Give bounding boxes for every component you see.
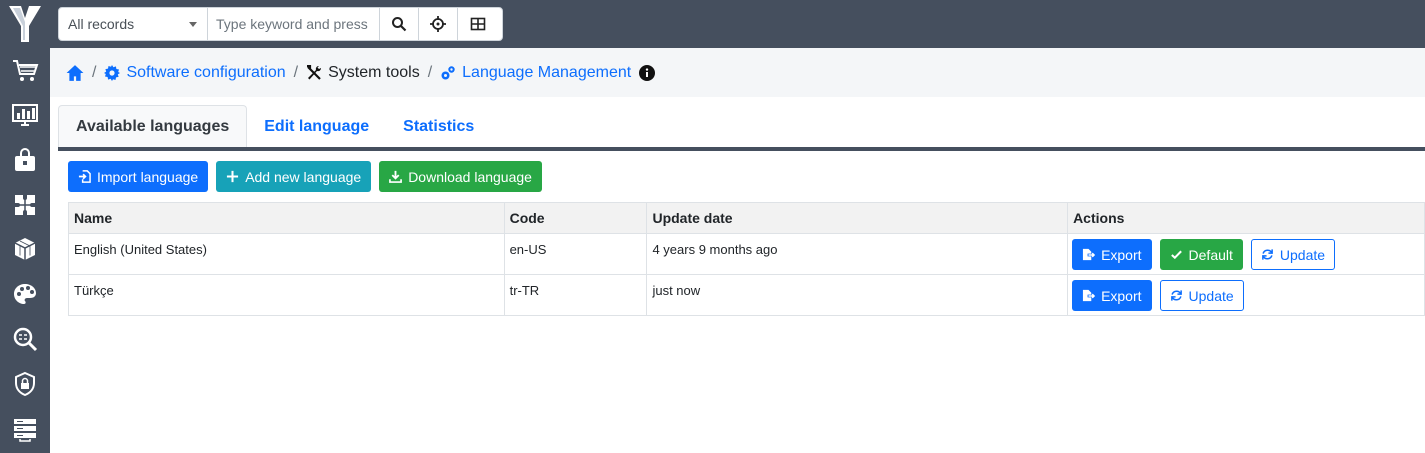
global-search: All records: [58, 7, 503, 41]
refresh-icon: [1262, 249, 1273, 260]
default-button[interactable]: Default: [1159, 239, 1243, 270]
check-icon: [1170, 250, 1182, 260]
row-actions: Export Default Update: [1067, 233, 1425, 275]
plus-icon: [227, 170, 239, 183]
table-row: English (United States) en-US 4 years 9 …: [68, 233, 1425, 275]
update-button[interactable]: Update: [1159, 280, 1244, 311]
default-label: Default: [1188, 246, 1233, 263]
logo-icon: [9, 6, 41, 42]
table-header-row: Name Code Update date Actions: [68, 202, 1425, 234]
sidebar: [0, 0, 50, 453]
bag-icon: [15, 148, 35, 171]
language-gears-icon: [441, 65, 455, 79]
sidebar-item-design[interactable]: [7, 276, 43, 312]
table-row: Türkçe tr-TR just now Export Update: [68, 274, 1425, 316]
download-language-label: Download language: [408, 168, 532, 185]
column-header-update-date[interactable]: Update date: [646, 202, 1069, 234]
app-logo[interactable]: [0, 0, 50, 48]
language-name: English (United States): [68, 233, 505, 275]
update-button[interactable]: Update: [1250, 239, 1336, 270]
languages-table: Name Code Update date Actions English (U…: [68, 202, 1425, 316]
info-button[interactable]: [639, 64, 656, 81]
column-header-actions: Actions: [1067, 202, 1425, 234]
import-language-label: Import language: [97, 168, 199, 185]
grid-button[interactable]: [458, 8, 497, 40]
sidebar-item-catalog[interactable]: [7, 231, 43, 267]
sidebar-item-seo[interactable]: [7, 321, 43, 357]
sidebar-item-system[interactable]: [7, 411, 43, 447]
tab-statistics[interactable]: Statistics: [386, 105, 491, 148]
cart-icon: [13, 60, 39, 81]
grid-icon: [470, 17, 485, 31]
sidebar-item-modules[interactable]: [7, 187, 43, 223]
language-name: Türkçe: [68, 274, 505, 316]
add-new-language-button[interactable]: Add new language: [216, 161, 372, 192]
breadcrumb-system-tools-label: System tools: [328, 63, 420, 81]
tools-icon: [307, 64, 322, 80]
update-label: Update: [1188, 287, 1234, 304]
info-icon: [639, 64, 656, 81]
cube-icon: [14, 238, 36, 260]
import-language-button[interactable]: Import language: [68, 161, 209, 192]
file-export-icon: [1082, 289, 1096, 302]
search-input[interactable]: [208, 8, 380, 40]
toolbar: Import language Add new language Downloa…: [68, 161, 542, 192]
download-language-button[interactable]: Download language: [379, 161, 542, 192]
export-button[interactable]: Export: [1072, 280, 1152, 311]
search-icon: [392, 17, 407, 32]
locate-button[interactable]: [419, 8, 458, 40]
download-icon: [389, 170, 403, 183]
server-icon: [14, 419, 36, 442]
export-label: Export: [1101, 287, 1142, 304]
column-header-code[interactable]: Code: [503, 202, 648, 234]
search-inspect-icon: [13, 327, 38, 352]
breadcrumb-separator: /: [293, 63, 299, 81]
breadcrumb-home[interactable]: [66, 64, 84, 82]
language-update-date: 4 years 9 months ago: [646, 233, 1069, 275]
palette-icon: [14, 284, 36, 304]
tab-underline: [58, 147, 1425, 151]
crosshair-icon: [430, 16, 446, 32]
top-bar: All records: [50, 0, 1425, 48]
puzzle-icon: [15, 195, 35, 215]
column-header-name[interactable]: Name: [68, 202, 505, 234]
row-actions: Export Update: [1067, 274, 1425, 316]
breadcrumb-language-management[interactable]: Language Management: [440, 64, 631, 82]
breadcrumb-separator: /: [92, 63, 97, 81]
search-scope-select[interactable]: All records: [59, 8, 208, 40]
breadcrumb-software-configuration[interactable]: Software configuration: [104, 64, 286, 82]
search-button[interactable]: [380, 8, 419, 40]
breadcrumb-software-configuration-link[interactable]: Software configuration: [126, 64, 285, 82]
sidebar-item-products[interactable]: [7, 142, 43, 178]
breadcrumb-system-tools[interactable]: System tools: [306, 64, 420, 82]
language-code: en-US: [503, 233, 648, 275]
tab-bar: Available languages Edit language Statis…: [58, 105, 491, 148]
add-new-language-label: Add new language: [245, 168, 362, 185]
chevron-down-icon: [189, 21, 197, 27]
file-export-icon: [1082, 248, 1096, 261]
sidebar-item-cart[interactable]: [7, 52, 43, 88]
sidebar-item-security[interactable]: [7, 366, 43, 402]
breadcrumb-language-management-link[interactable]: Language Management: [462, 64, 631, 82]
search-scope-value: All records: [68, 16, 135, 32]
update-label: Update: [1279, 246, 1326, 263]
file-import-icon: [78, 170, 91, 183]
shield-icon: [15, 371, 35, 397]
sidebar-item-dashboard[interactable]: [7, 97, 43, 133]
monitor-chart-icon: [12, 104, 38, 126]
tab-edit-language[interactable]: Edit language: [247, 105, 386, 148]
tab-available-languages[interactable]: Available languages: [58, 105, 248, 148]
home-icon: [66, 64, 84, 81]
language-code: tr-TR: [503, 274, 648, 316]
refresh-icon: [1170, 290, 1182, 301]
breadcrumb-separator: /: [427, 63, 433, 81]
breadcrumb: / Software configuration / System tools …: [50, 48, 1425, 97]
gear-icon: [104, 64, 121, 81]
export-label: Export: [1101, 246, 1142, 263]
export-button[interactable]: Export: [1072, 239, 1152, 270]
language-update-date: just now: [646, 274, 1069, 316]
